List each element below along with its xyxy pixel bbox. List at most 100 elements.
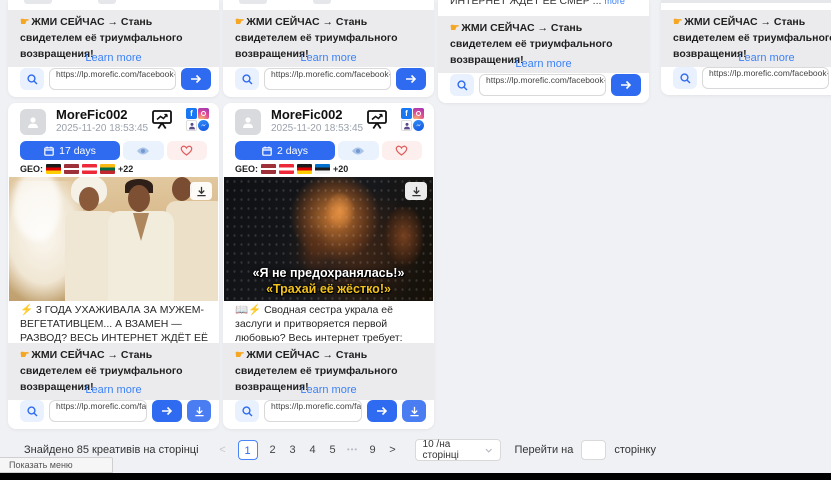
go-to-url-button[interactable]: [181, 68, 211, 90]
page-button-9[interactable]: 9: [366, 440, 380, 460]
per-page-select[interactable]: 10 /на сторінці: [415, 439, 501, 461]
download-image-button[interactable]: [190, 182, 212, 200]
url-row: https://lp.morefic.com/facebook-0iHH: [235, 400, 426, 422]
show-menu-tooltip: Показать меню: [0, 457, 113, 473]
clipped-text: ИНТЕРНЕТ ЖДЁТ ЕЁ СМЕР ...: [450, 0, 604, 7]
landing-url-input[interactable]: https://lp.morefic.com/facebook-0iHH0v02…: [479, 74, 606, 96]
url-row: https://lp.morefic.com/facebook-0iHH0v02…: [235, 68, 426, 90]
download-icon: [409, 406, 420, 417]
next-page-button[interactable]: >: [386, 440, 400, 460]
face-shape: [79, 187, 99, 211]
days-active-button[interactable]: 17 days: [20, 141, 120, 160]
face-glow-shape: [326, 193, 354, 229]
page-button-1[interactable]: 1: [238, 440, 258, 460]
go-to-url-button[interactable]: [367, 400, 397, 422]
account-name: MoreFic002: [271, 107, 343, 122]
prev-page-button[interactable]: <: [216, 440, 230, 460]
search-icon: [242, 74, 253, 85]
face-shape: [172, 177, 192, 201]
cut-element-sliver: [313, 0, 331, 4]
landing-url-input[interactable]: https://lp.morefic.com/facebook-0iHH: [49, 400, 147, 422]
search-button[interactable]: [235, 400, 259, 422]
learn-more-link[interactable]: Learn more: [661, 52, 831, 64]
creative-card-partial-2: ☛ЖМИ СЕЙЧАС → Стань свидетелем её триумф…: [223, 0, 434, 97]
learn-more-link[interactable]: Learn more: [223, 384, 434, 396]
arrow-right-icon: [620, 80, 632, 90]
chevron-down-icon: [485, 448, 492, 453]
more-link[interactable]: more: [604, 0, 625, 6]
page-button-2[interactable]: 2: [266, 440, 280, 460]
flag-at-icon: [82, 164, 97, 174]
account-name: MoreFic002: [56, 107, 128, 122]
goto-page-suffix: сторінку: [614, 444, 656, 456]
flag-lt-icon: [100, 164, 115, 174]
heart-icon: [395, 145, 408, 156]
views-button[interactable]: [338, 141, 379, 160]
geo-label: GEO:: [20, 164, 43, 174]
learn-more-link[interactable]: Learn more: [8, 384, 219, 396]
learn-more-link[interactable]: Learn more: [8, 52, 219, 64]
geo-flags: [46, 164, 115, 174]
download-icon: [194, 406, 205, 417]
go-to-url-button[interactable]: [396, 68, 426, 90]
clipped-description-line: ИНТЕРНЕТ ЖДЁТ ЕЁ СМЕР ... more: [450, 0, 641, 7]
flag-de-icon: [297, 164, 312, 174]
cut-element-sliver: [661, 0, 831, 3]
creative-card-1: MoreFic002 2025-11-20 18:53:45 f 17 days…: [8, 103, 219, 429]
search-button[interactable]: [450, 74, 474, 96]
download-creative-button[interactable]: [402, 400, 426, 422]
search-button[interactable]: [673, 67, 697, 89]
goto-page-input[interactable]: [581, 440, 606, 460]
calendar-icon: [44, 146, 54, 156]
open-collar-shape: [133, 213, 149, 241]
geo-flags: [261, 164, 330, 174]
learn-more-link[interactable]: Learn more: [438, 58, 649, 70]
search-button[interactable]: [20, 68, 44, 90]
landing-url-input[interactable]: https://lp.morefic.com/facebook-0iHH0v02…: [264, 68, 391, 90]
page-button-3[interactable]: 3: [286, 440, 300, 460]
placements: f: [401, 108, 424, 131]
pointing-finger-icon: ☛: [20, 349, 29, 361]
window-bottom-bar: [0, 473, 831, 480]
flag-lv-icon: [64, 164, 79, 174]
pointing-finger-icon: ☛: [235, 16, 244, 28]
search-icon: [457, 80, 468, 91]
url-row: https://lp.morefic.com/facebook-0iHH0v02…: [450, 74, 641, 96]
instagram-icon: [413, 108, 424, 119]
avatar: [235, 109, 261, 135]
landing-url-input[interactable]: https://lp.morefic.com/facebook-0iHH0v02…: [702, 67, 829, 89]
download-image-button[interactable]: [405, 182, 427, 200]
landing-url-input[interactable]: https://lp.morefic.com/facebook-0iHH: [264, 400, 362, 422]
creative-image: [9, 177, 218, 301]
page-button-5[interactable]: 5: [326, 440, 340, 460]
audience-network-icon: [401, 120, 412, 131]
page-button-4[interactable]: 4: [306, 440, 320, 460]
profile-row: MoreFic002 2025-11-20 18:53:45 f: [20, 107, 209, 139]
cut-element-sliver: [239, 0, 267, 4]
placements: f: [186, 108, 209, 131]
learn-more-link[interactable]: Learn more: [223, 52, 434, 64]
favorite-button[interactable]: [167, 141, 208, 160]
search-button[interactable]: [235, 68, 259, 90]
landing-url-input[interactable]: https://lp.morefic.com/facebook-0iHH0v02…: [49, 68, 176, 90]
person-icon: [26, 115, 40, 129]
calendar-icon: [262, 146, 272, 156]
presentation-board-icon: [366, 109, 388, 135]
goto-page-label: Перейти на: [515, 444, 574, 456]
eye-icon: [136, 146, 150, 156]
go-to-url-button[interactable]: [611, 74, 641, 96]
views-button[interactable]: [123, 141, 164, 160]
go-to-url-button[interactable]: [152, 400, 182, 422]
creative-image: «Я не предохранялась!» «Трахай её жёстко…: [224, 177, 433, 301]
days-active-button[interactable]: 2 days: [235, 141, 335, 160]
geo-label: GEO:: [235, 164, 258, 174]
search-button[interactable]: [20, 400, 44, 422]
results-count-text: Знайдено 85 креативів на сторінці: [24, 444, 199, 456]
cut-element-sliver: [24, 0, 52, 4]
actions-row: 17 days: [20, 141, 207, 160]
geo-extra-count: +22: [118, 164, 133, 174]
download-creative-button[interactable]: [187, 400, 211, 422]
search-icon: [27, 406, 38, 417]
pages-ellipsis[interactable]: •••: [346, 440, 360, 460]
favorite-button[interactable]: [382, 141, 423, 160]
